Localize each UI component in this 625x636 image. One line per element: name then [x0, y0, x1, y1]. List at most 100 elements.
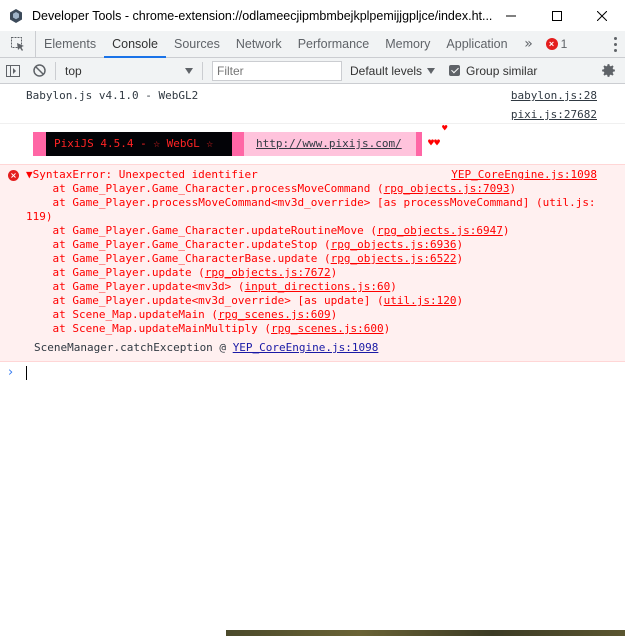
- minimize-icon: [506, 15, 516, 16]
- title-bar: Developer Tools - chrome-extension://odl…: [0, 0, 625, 31]
- error-icon: ×: [8, 170, 19, 181]
- tab-network[interactable]: Network: [228, 31, 290, 57]
- stack-frame-function: at Game_Player.update<mv3d> (: [26, 280, 245, 293]
- pixi-banner-stripe: [232, 132, 244, 156]
- inspect-cursor-icon: [10, 37, 24, 51]
- filter-input[interactable]: [212, 60, 342, 81]
- stack-frame: at Scene_Map.updateMain (rpg_scenes.js:6…: [26, 308, 597, 322]
- stack-frame-close-paren: ): [509, 182, 517, 195]
- chevron-down-icon: [185, 67, 193, 74]
- devtools-app-icon: [10, 8, 22, 23]
- group-similar-label: Group similar: [466, 63, 538, 78]
- stack-frame-close-paren: ): [330, 308, 338, 321]
- more-tabs-button[interactable]: »: [516, 31, 542, 57]
- prompt-chevron-icon: ›: [8, 365, 14, 380]
- stack-frame-function: at Game_Player.update (: [26, 266, 205, 279]
- kebab-dot-icon: [614, 37, 617, 40]
- gear-icon[interactable]: [600, 62, 617, 79]
- stack-frame-source-link[interactable]: input_directions.js:60: [245, 280, 391, 293]
- group-similar-toggle[interactable]: Group similar: [449, 64, 537, 78]
- stack-frame-close-paren: ): [502, 224, 510, 237]
- stack-frame-function: at Game_Player.Game_Character.updateStop…: [26, 238, 331, 251]
- execution-context-select[interactable]: top: [59, 61, 199, 81]
- stack-frame: at Game_Player.Game_Character.updateStop…: [26, 238, 597, 252]
- console-message: Babylon.js v4.1.0 - WebGL2 babylon.js:28…: [0, 84, 625, 124]
- stack-frame-close-paren: ): [383, 322, 391, 335]
- caught-by-text: SceneManager.catchException @: [34, 341, 233, 354]
- tab-sources[interactable]: Sources: [166, 31, 228, 57]
- background-window-strip: [226, 630, 625, 636]
- maximize-button[interactable]: [534, 0, 580, 31]
- error-message[interactable]: × ▼SyntaxError: Unexpected identifier YE…: [0, 164, 625, 362]
- stack-frame-source-link[interactable]: rpg_objects.js:7672: [205, 266, 331, 279]
- log-levels-label: Default levels: [350, 63, 423, 78]
- heart-icon: ♥: [442, 124, 448, 134]
- window-title: Developer Tools - chrome-extension://odl…: [32, 8, 493, 23]
- toolbar-divider: [55, 61, 56, 80]
- stack-frame-function: at Game_Player.processMoveCommand<mv3d_o…: [26, 196, 543, 209]
- pixi-url-link[interactable]: http://www.pixijs.com/: [244, 132, 416, 156]
- group-similar-checkbox[interactable]: [449, 65, 461, 76]
- log-message-text: Babylon.js v4.1.0 - WebGL2: [26, 89, 199, 102]
- stack-frame-source-link[interactable]: rpg_objects.js:7093: [384, 182, 510, 195]
- pixi-banner-stripe: [33, 132, 46, 156]
- caught-by-source-link[interactable]: YEP_CoreEngine.js:1098: [233, 341, 379, 354]
- kebab-dot-icon: [614, 43, 617, 46]
- stack-frame-close-paren: ): [330, 266, 338, 279]
- clear-console-button[interactable]: [26, 58, 52, 84]
- stack-frame-source-link[interactable]: rpg_scenes.js:600: [271, 322, 384, 335]
- stack-frame-function: at Scene_Map.updateMainMultiply (: [26, 322, 272, 335]
- stack-frame-source-link[interactable]: rpg_objects.js:6947: [377, 224, 503, 237]
- pixi-banner-label: PixiJS 4.5.4 - ☆ WebGL ☆: [46, 132, 232, 156]
- stack-frame-source-link[interactable]: rpg_objects.js:6522: [331, 252, 457, 265]
- tab-memory[interactable]: Memory: [377, 31, 438, 57]
- stack-frame-function: at Scene_Map.updateMain (: [26, 308, 219, 321]
- stack-frame: at Game_Player.update<mv3d> (input_direc…: [26, 280, 597, 294]
- stack-frame-close-paren: ): [456, 252, 464, 265]
- stack-frame-function: at Game_Player.Game_CharacterBase.update…: [26, 252, 331, 265]
- stack-frame-close-paren: ): [456, 238, 464, 251]
- console-toolbar: top Default levels Group similar: [0, 58, 625, 84]
- tab-performance[interactable]: Performance: [290, 31, 378, 57]
- stack-frame-source-link[interactable]: rpg_objects.js:6936: [331, 238, 457, 251]
- stack-trace: at Game_Player.Game_Character.processMov…: [26, 182, 597, 336]
- stack-frame-close-paren: ): [456, 294, 464, 307]
- stack-frame: at Game_Player.Game_Character.processMov…: [26, 182, 597, 196]
- stack-frame: at Game_Player.Game_CharacterBase.update…: [26, 252, 597, 266]
- error-count-badge[interactable]: × 1: [545, 31, 568, 57]
- tab-elements[interactable]: Elements: [36, 31, 104, 57]
- customize-devtools-menu[interactable]: [614, 37, 617, 52]
- error-count: 1: [560, 37, 568, 51]
- stack-frame: at Game_Player.update<mv3d_override> [as…: [26, 294, 597, 308]
- toolbar-divider: [202, 61, 203, 80]
- error-title[interactable]: ▼SyntaxError: Unexpected identifier: [26, 168, 258, 182]
- text-cursor: [26, 366, 27, 380]
- tab-application[interactable]: Application: [438, 31, 515, 57]
- clear-console-icon: [32, 64, 46, 77]
- close-window-button[interactable]: [579, 0, 625, 31]
- stack-frame: at Game_Player.processMoveCommand<mv3d_o…: [26, 196, 597, 224]
- tab-console[interactable]: Console: [104, 31, 166, 58]
- pixi-banner-stripe: [416, 132, 422, 156]
- hearts-icon: ♥♥: [428, 138, 441, 149]
- console-prompt[interactable]: ›: [0, 362, 625, 384]
- log-levels-dropdown[interactable]: Default levels: [350, 63, 436, 78]
- stack-frame-function: at Game_Player.Game_Character.updateRout…: [26, 224, 377, 237]
- error-source-link[interactable]: YEP_CoreEngine.js:1098: [451, 168, 597, 182]
- stack-frame-source-link[interactable]: util.js:120: [384, 294, 457, 307]
- console-output: Babylon.js v4.1.0 - WebGL2 babylon.js:28…: [0, 84, 625, 636]
- caught-by-line: SceneManager.catchException @ YEP_CoreEn…: [26, 341, 597, 355]
- kebab-dot-icon: [614, 49, 617, 52]
- source-link[interactable]: babylon.js:28: [511, 89, 597, 102]
- maximize-icon: [552, 10, 562, 21]
- inspect-element-button[interactable]: [0, 31, 36, 57]
- source-link[interactable]: pixi.js:27682: [511, 108, 597, 121]
- close-icon: [597, 10, 607, 21]
- panel-tab-bar: Elements Console Sources Network Perform…: [0, 31, 625, 58]
- minimize-button[interactable]: [488, 0, 534, 31]
- stack-frame-function: at Game_Player.Game_Character.processMov…: [26, 182, 384, 195]
- sidebar-toggle-icon: [6, 64, 20, 77]
- show-sidebar-button[interactable]: [0, 58, 26, 84]
- stack-frame: at Game_Player.update (rpg_objects.js:76…: [26, 266, 597, 280]
- stack-frame-source-link[interactable]: rpg_scenes.js:609: [218, 308, 331, 321]
